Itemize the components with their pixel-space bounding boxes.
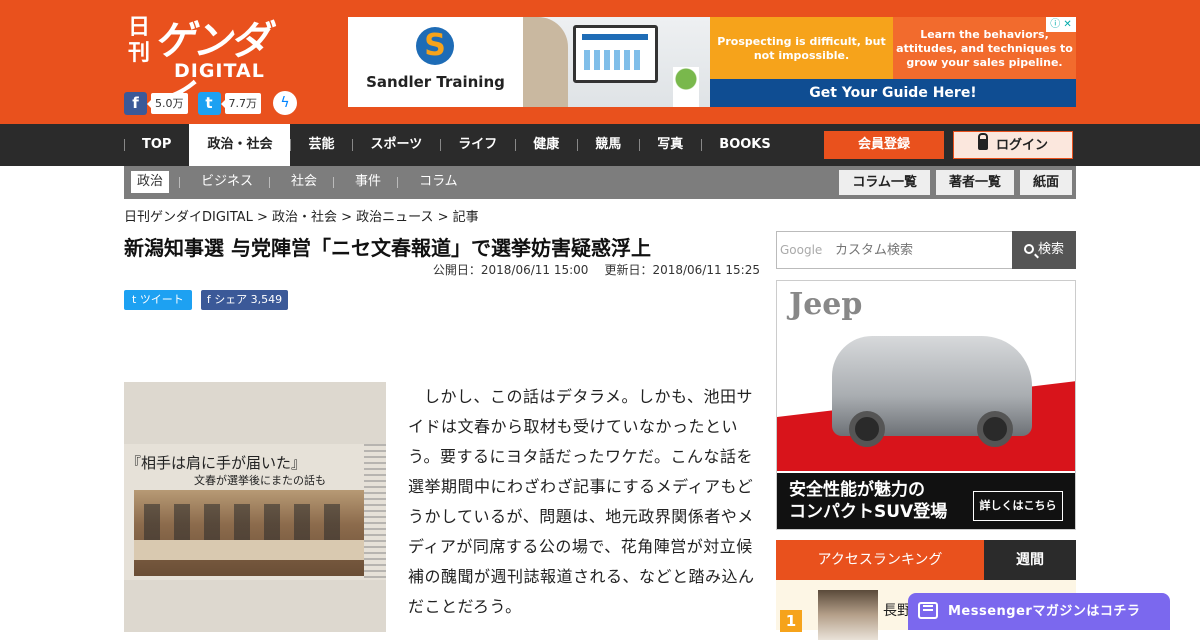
messenger-label: Messengerマガジンはコチラ: [948, 604, 1141, 619]
logo-nikkan: 日刊: [128, 14, 151, 66]
facebook-count: 5.0万: [147, 92, 188, 114]
chat-bubble-icon: [918, 602, 938, 619]
messenger-icon[interactable]: ϟ: [273, 91, 297, 115]
jeep-copy-line-2: コンパクトSUV登場: [789, 502, 948, 522]
top-banner-ad[interactable]: S Sandler Training Prospecting is diffic…: [348, 17, 1076, 107]
site-search: Google 検索: [776, 231, 1076, 269]
ranking-weekly-tab[interactable]: 週間: [984, 540, 1076, 580]
sub-nav-items: 政治 ビジネス 社会 事件 コラム: [131, 171, 490, 193]
nav-item-health[interactable]: 健康: [515, 124, 577, 166]
search-button-label: 検索: [1037, 242, 1064, 257]
ranking-title-text: 長野: [883, 603, 911, 619]
ad-photo-person: [523, 17, 568, 107]
subnav-item-column[interactable]: コラム: [397, 171, 464, 193]
main-nav-items: TOP 政治・社会 芸能 スポーツ ライフ 健康 競馬 写真 BOOKS: [124, 124, 789, 166]
ad-photo: [523, 17, 710, 107]
nav-item-sports[interactable]: スポーツ: [352, 124, 440, 166]
ad-cta-button[interactable]: Get Your Guide Here!: [710, 79, 1076, 107]
car-wheel-rear: [977, 411, 1013, 447]
nav-item-top[interactable]: TOP: [124, 124, 189, 166]
login-label: ログイン: [995, 138, 1048, 153]
search-icon: [1023, 244, 1034, 254]
site-logo[interactable]: 日刊 ゲンダイ DIGITAL: [124, 8, 304, 122]
column-list-button[interactable]: コラム一覧: [839, 170, 930, 195]
breadcrumb[interactable]: 日刊ゲンダイDIGITAL > 政治・社会 > 政治ニュース > 記事: [124, 206, 479, 225]
main-nav: TOP 政治・社会 芸能 スポーツ ライフ 健康 競馬 写真 BOOKS 会員登…: [0, 124, 1200, 166]
car-wheel-front: [849, 411, 885, 447]
subnav-item-incidents[interactable]: 事件: [333, 171, 387, 193]
facebook-share-button[interactable]: f シェア 3,549: [200, 290, 289, 310]
monitor-screen-bar: [582, 34, 648, 40]
ad-photo-monitor: [573, 25, 658, 83]
lock-icon: [977, 133, 988, 150]
author-list-button[interactable]: 著者一覧: [935, 170, 1014, 195]
nav-item-photo[interactable]: 写真: [639, 124, 701, 166]
ad-photo-plant: [673, 67, 699, 107]
jeep-ad-copy: 安全性能が魅力の コンパクトSUV登場: [789, 479, 947, 523]
clipping-text-column: [364, 444, 386, 580]
jeep-copy-line-1: 安全性能が魅力の: [789, 480, 925, 500]
google-label: Google: [780, 243, 823, 257]
published-date: 公開日：2018/06/11 15:00: [432, 263, 589, 277]
nav-item-books[interactable]: BOOKS: [701, 124, 788, 166]
jeep-logo: Jeep: [789, 287, 863, 322]
monitor-screen-chart: [584, 50, 644, 70]
sub-nav-buttons: コラム一覧 著者一覧 紙面: [833, 170, 1072, 195]
paper-button[interactable]: 紙面: [1019, 170, 1072, 195]
site-header: 日刊 ゲンダイ DIGITAL f 5.0万 t 7.7万 ϟ S Sandle…: [0, 0, 1200, 124]
jeep-ad[interactable]: Jeep 安全性能が魅力の コンパクトSUV登場 詳しくはこちら: [776, 280, 1076, 530]
messenger-magazine-button[interactable]: Messengerマガジンはコチラ: [908, 593, 1170, 630]
clipping-headline: 『相手は肩に手が届いた』: [126, 454, 307, 472]
article-title: 新潟知事選 与党陣営「ニセ文春報道」で選挙妨害疑惑浮上: [124, 236, 651, 260]
adchoices-icon[interactable]: ⓘ ✕: [1046, 17, 1076, 32]
share-buttons: t ツイート f シェア 3,549: [124, 290, 289, 310]
nav-item-politics-society[interactable]: 政治・社会: [189, 124, 291, 166]
newspaper-clipping: 『相手は肩に手が届いた』 文春が選挙後にまたの話も: [124, 444, 386, 580]
clipping-subhead: 文春が選挙後にまたの話も: [194, 474, 326, 487]
subnav-item-society[interactable]: 社会: [269, 171, 323, 193]
subnav-item-politics[interactable]: 政治: [131, 171, 170, 193]
register-button[interactable]: 会員登録: [824, 131, 944, 159]
clipping-people: [144, 504, 354, 544]
twitter-icon[interactable]: t: [197, 91, 221, 115]
logo-digital: DIGITAL: [174, 60, 265, 82]
article-body: しかし、この話はデタラメ。しかも、池田サイドは文春から取材も受けていなかったとい…: [408, 387, 755, 616]
share-label: シェア 3,549: [214, 293, 283, 306]
rank-number: 1: [780, 610, 802, 632]
ad-advertiser-block: S Sandler Training: [348, 17, 523, 107]
tweet-button[interactable]: t ツイート: [124, 290, 192, 310]
twitter-icon: t: [132, 293, 140, 306]
tweet-label: ツイート: [139, 293, 184, 306]
login-button[interactable]: ログイン: [953, 131, 1073, 159]
nav-item-keiba[interactable]: 競馬: [577, 124, 639, 166]
subnav-item-business[interactable]: ビジネス: [179, 171, 259, 193]
nav-item-entertainment[interactable]: 芸能: [290, 124, 352, 166]
updated-date: 更新日：2018/06/11 15:25: [604, 263, 760, 277]
ranking-header: アクセスランキング 週間: [776, 540, 1076, 580]
jeep-more-button[interactable]: 詳しくはこちら: [973, 491, 1063, 521]
ad-advertiser-name: Sandler Training: [366, 73, 505, 91]
ranking-title: アクセスランキング: [776, 540, 984, 580]
sandler-logo-icon: S: [416, 27, 454, 65]
nav-item-life[interactable]: ライフ: [440, 124, 515, 166]
ad-yellow-text: Prospecting is difficult, but not imposs…: [710, 17, 893, 79]
ranking-thumbnail: [818, 590, 878, 640]
sub-nav: 政治 ビジネス 社会 事件 コラム コラム一覧 著者一覧 紙面: [124, 166, 1076, 199]
article-photo: 『相手は肩に手が届いた』 文春が選挙後にまたの話も: [124, 382, 386, 632]
facebook-icon[interactable]: f: [124, 91, 147, 115]
sns-follow-row: f 5.0万 t 7.7万 ϟ: [124, 91, 297, 115]
twitter-count: 7.7万: [220, 92, 261, 114]
clipping-table: [134, 540, 364, 560]
search-button[interactable]: 検索: [1012, 231, 1076, 269]
article-dates: 公開日：2018/06/11 15:00 更新日：2018/06/11 15:25: [124, 261, 760, 278]
